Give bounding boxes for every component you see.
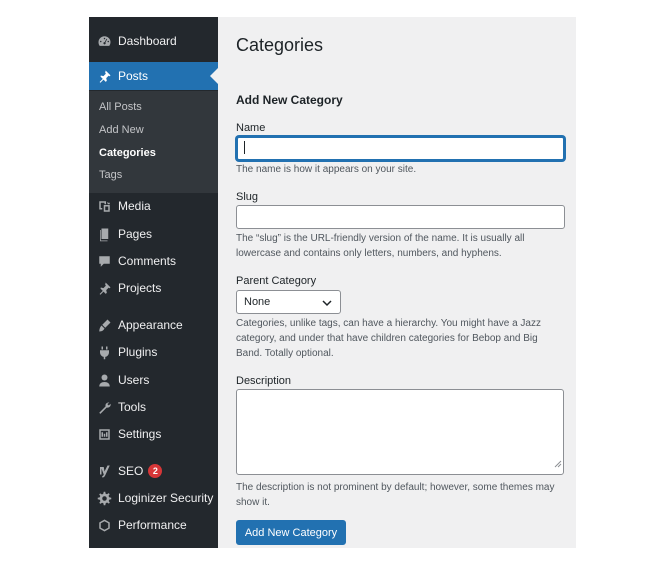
- pin-icon: [96, 68, 112, 84]
- sidebar-item-label: Appearance: [118, 318, 183, 332]
- comment-icon: [96, 253, 112, 269]
- sidebar-item-label: Projects: [118, 281, 162, 295]
- name-field-wrap: [236, 136, 565, 161]
- parent-category-help: Categories, unlike tags, can have a hier…: [236, 318, 541, 359]
- slug-help: The “slug” is the URL-friendly version o…: [236, 233, 525, 259]
- settings-icon: [96, 426, 112, 442]
- slug-input[interactable]: [236, 205, 565, 229]
- sidebar-item-appearance[interactable]: Appearance: [89, 311, 218, 339]
- resize-grip-icon[interactable]: [554, 455, 562, 473]
- brush-icon: [96, 317, 112, 333]
- sidebar-item-loginizer[interactable]: Loginizer Security: [89, 484, 218, 512]
- sidebar-item-label: SEO: [118, 464, 144, 478]
- pin-icon: [96, 280, 112, 296]
- performance-icon: [96, 517, 112, 533]
- sidebar-item-media[interactable]: Media: [89, 192, 218, 220]
- main-content: Categories Add New Category Name The nam…: [218, 17, 576, 548]
- name-input[interactable]: [236, 136, 565, 161]
- sidebar-item-tools[interactable]: Tools: [89, 393, 218, 421]
- description-field-wrap: [236, 389, 564, 475]
- admin-frame: Dashboard Posts All Posts Add New Catego…: [89, 17, 576, 548]
- admin-sidebar: Dashboard Posts All Posts Add New Catego…: [89, 17, 218, 548]
- notification-badge: 2: [148, 464, 163, 478]
- sidebar-item-settings[interactable]: Settings: [89, 420, 218, 448]
- sidebar-item-posts[interactable]: Posts: [89, 62, 218, 90]
- sidebar-item-pages[interactable]: Pages: [89, 220, 218, 248]
- submenu-item-all-posts[interactable]: All Posts: [99, 101, 142, 113]
- sidebar-item-dashboard[interactable]: Dashboard: [89, 27, 218, 55]
- dashboard-icon: [96, 33, 112, 49]
- description-label: Description: [236, 375, 292, 387]
- slug-label: Slug: [236, 191, 259, 203]
- submenu-item-add-new[interactable]: Add New: [99, 124, 144, 136]
- sidebar-item-label: Plugins: [118, 345, 158, 359]
- sidebar-item-projects[interactable]: Projects: [89, 274, 218, 302]
- sidebar-item-label: Loginizer Security: [118, 491, 214, 505]
- description-help: The description is not prominent by defa…: [236, 482, 555, 508]
- gear-icon: [96, 490, 112, 506]
- yoast-icon: [96, 463, 112, 479]
- submenu-item-tags[interactable]: Tags: [99, 169, 122, 181]
- pages-icon: [96, 226, 112, 242]
- add-new-category-button[interactable]: Add New Category: [236, 520, 346, 545]
- name-label: Name: [236, 122, 266, 134]
- page-title: Categories: [236, 35, 324, 55]
- plugin-icon: [96, 344, 112, 360]
- text-caret: [244, 141, 245, 154]
- submenu-item-categories[interactable]: Categories: [99, 147, 156, 159]
- parent-category-select[interactable]: None: [236, 290, 341, 314]
- sidebar-item-label: Posts: [118, 69, 149, 83]
- parent-category-label: Parent Category: [236, 275, 317, 287]
- user-icon: [96, 372, 112, 388]
- sidebar-item-label: Users: [118, 373, 150, 387]
- sidebar-item-performance[interactable]: Performance: [89, 511, 218, 539]
- sidebar-item-plugins[interactable]: Plugins: [89, 338, 218, 366]
- sidebar-item-label: Comments: [118, 254, 177, 268]
- sidebar-item-label: Tools: [118, 400, 147, 414]
- sidebar-item-users[interactable]: Users: [89, 366, 218, 394]
- form-heading: Add New Category: [236, 93, 343, 107]
- active-pointer: [210, 68, 218, 84]
- name-help: The name is how it appears on your site.: [236, 164, 417, 175]
- parent-category-selected: None: [244, 296, 271, 308]
- sidebar-item-label: Dashboard: [118, 34, 177, 48]
- sidebar-item-label: Settings: [118, 427, 162, 441]
- sidebar-item-label: Pages: [118, 227, 153, 241]
- sidebar-item-label: Media: [118, 199, 151, 213]
- sidebar-item-comments[interactable]: Comments: [89, 247, 218, 275]
- posts-submenu: All Posts Add New Categories Tags: [89, 91, 218, 193]
- sidebar-item-label: Performance: [118, 518, 187, 532]
- chevron-down-icon: [322, 298, 332, 310]
- wrench-icon: [96, 399, 112, 415]
- media-icon: [96, 198, 112, 214]
- description-textarea[interactable]: [236, 389, 564, 475]
- sidebar-item-seo[interactable]: SEO 2: [89, 457, 218, 485]
